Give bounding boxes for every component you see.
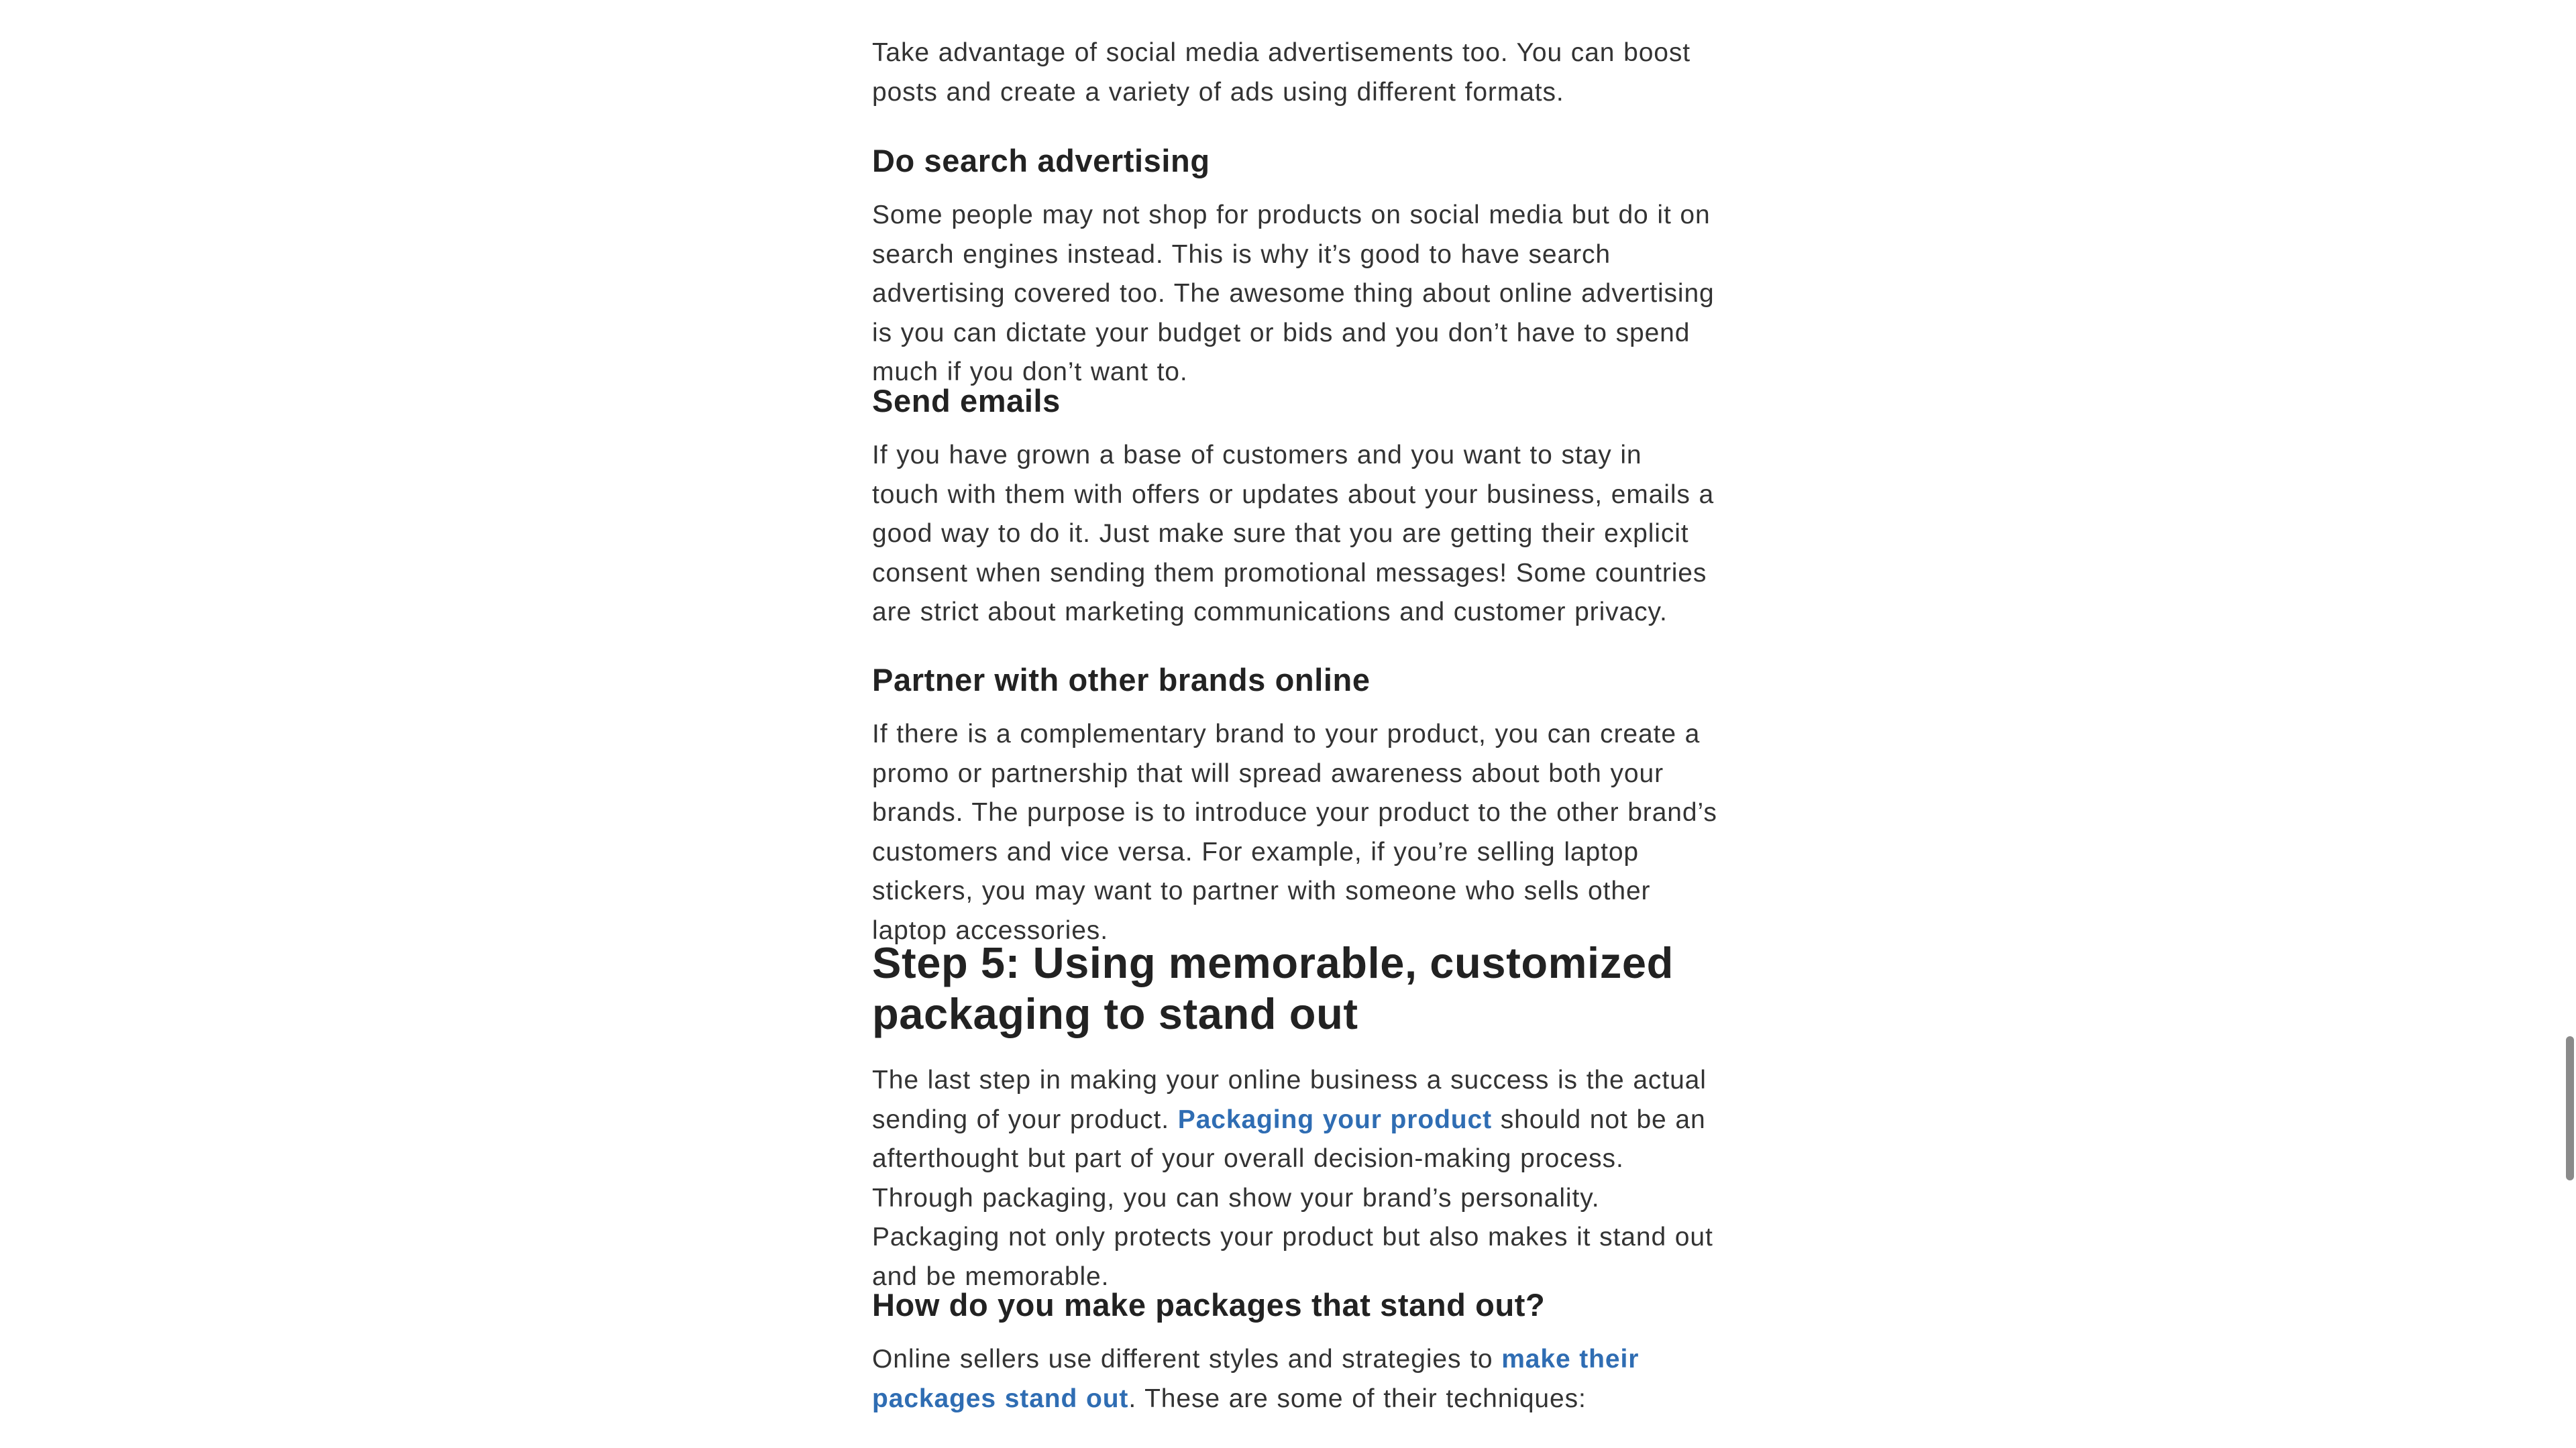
heading-step-5: Step 5: Using memorable, customized pack… — [872, 938, 1674, 1038]
packages-text-after: . These are some of their techniques: — [1128, 1384, 1587, 1413]
heading-partner-brands: Partner with other brands online — [872, 662, 1371, 698]
search-advertising-paragraph: Some people may not shop for products on… — [872, 201, 1715, 386]
vertical-scrollbar[interactable] — [2564, 0, 2576, 1448]
packages-text-before: Online sellers use different styles and … — [872, 1345, 1502, 1374]
heading-search-advertising: Do search advertising — [872, 143, 1210, 178]
send-emails-paragraph: If you have grown a base of customers an… — [872, 441, 1715, 626]
heading-packages-stand-out: How do you make packages that stand out? — [872, 1287, 1546, 1323]
scrollbar-thumb[interactable] — [2566, 1036, 2574, 1180]
partner-brands-paragraph: If there is a complementary brand to you… — [872, 720, 1717, 945]
intro-paragraph: Take advantage of social media advertise… — [872, 38, 1691, 107]
step-5-paragraph: The last step in making your online busi… — [872, 1061, 1717, 1296]
packaging-your-product-link[interactable]: Packaging your product — [1178, 1105, 1492, 1134]
packages-paragraph: Online sellers use different styles and … — [872, 1340, 1717, 1418]
heading-send-emails: Send emails — [872, 383, 1061, 419]
